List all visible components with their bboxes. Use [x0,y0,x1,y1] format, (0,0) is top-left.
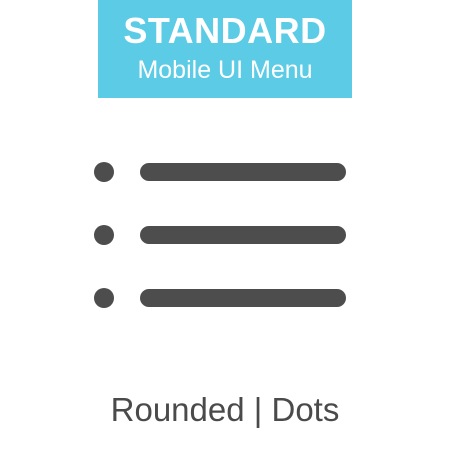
rounded-bar-icon [140,163,346,181]
banner-title: STANDARD [123,10,327,51]
dot-icon [94,288,114,308]
banner-subtitle: Mobile UI Menu [137,56,313,84]
dot-icon [94,225,114,245]
rounded-bar-icon [140,289,346,307]
style-caption: Rounded | Dots [110,391,340,428]
menu-icon-row-1 [92,162,348,182]
menu-icon-row-2 [92,225,348,245]
dot-icon [94,162,114,182]
rounded-bar-icon [140,226,346,244]
title-banner: STANDARD Mobile UI Menu [98,0,352,98]
hamburger-menu-icon [92,162,348,310]
page: STANDARD Mobile UI Menu Rounded | Dots [0,0,450,450]
menu-icon-row-3 [92,288,348,308]
